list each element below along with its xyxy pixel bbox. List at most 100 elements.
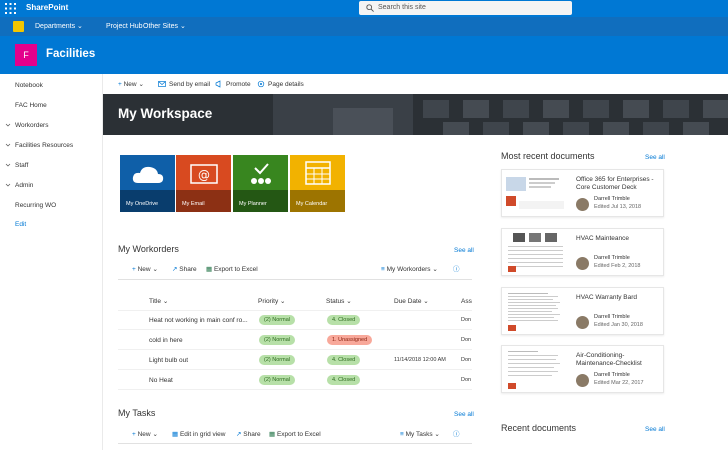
tasks-export-button[interactable]: ▦ Export to Excel <box>269 430 321 439</box>
tile-planner[interactable]: My Planner <box>233 155 288 212</box>
workorders-title[interactable]: My Workorders <box>118 244 179 255</box>
hub-link-other-sites[interactable]: Other Sites ⌄ <box>143 22 186 32</box>
cloud-icon <box>132 166 164 183</box>
document-author: Darrell Trimble <box>594 372 630 378</box>
svg-text:@: @ <box>198 168 210 182</box>
hub-logo[interactable] <box>13 21 24 32</box>
chevron-down-icon: ⌄ <box>179 23 186 30</box>
info-icon[interactable]: ⓘ <box>453 265 460 274</box>
table-row[interactable]: cold in here (2) Normal 1. Unassigned Do… <box>118 331 472 350</box>
site-header: F Facilities <box>0 36 728 74</box>
search-placeholder: Search this site <box>378 4 426 11</box>
tile-label: My Planner <box>233 190 288 212</box>
column-header-priority[interactable]: Priority ⌄ <box>258 297 286 306</box>
chevron-down-icon: ⌄ <box>432 266 438 273</box>
row-title[interactable]: No Heat <box>149 376 173 385</box>
workorders-export-button[interactable]: ▦ Export to Excel <box>206 265 258 274</box>
workorders-share-button[interactable]: ↗ Share <box>172 265 197 274</box>
row-title[interactable]: Heat not working in main conf ro... <box>149 316 248 325</box>
row-assigned: Don <box>461 317 472 323</box>
divider <box>118 279 472 280</box>
promote-button[interactable]: Promote <box>226 80 251 89</box>
tasks-title[interactable]: My Tasks <box>118 408 155 419</box>
nav-item-recurring-wo[interactable]: Recurring WO <box>15 201 56 210</box>
excel-icon: ▦ <box>269 431 276 438</box>
document-title[interactable]: HVAC Mainteance <box>576 235 662 243</box>
chevron-down-icon: ⌄ <box>280 298 286 305</box>
row-title[interactable]: Light bulb out <box>149 356 188 365</box>
table-row[interactable]: Light bulb out (2) Normal 4. Closed 11/1… <box>118 351 472 370</box>
chevron-down-icon: ⌄ <box>434 431 440 438</box>
chevron-down-icon[interactable] <box>5 182 11 188</box>
recent-docs-title: Most recent documents <box>501 151 595 161</box>
plus-icon: + <box>132 431 136 438</box>
column-header-due-date[interactable]: Due Date ⌄ <box>394 297 429 306</box>
tasks-view-selector[interactable]: ≡ My Tasks ⌄ <box>400 430 440 439</box>
column-header-status[interactable]: Status ⌄ <box>326 297 352 306</box>
tile-calendar[interactable]: My Calendar <box>290 155 345 212</box>
tasks-edit-grid-button[interactable]: ▦ Edit in grid view <box>172 430 226 439</box>
document-edited-date: Edited Jan 30, 2018 <box>594 322 643 328</box>
megaphone-icon <box>215 80 221 88</box>
page-details-button[interactable]: Page details <box>268 80 304 89</box>
hub-link-project-hub[interactable]: Project Hub <box>106 22 143 32</box>
hub-link-departments[interactable]: Departments ⌄ <box>35 22 83 32</box>
row-title[interactable]: cold in here <box>149 336 183 345</box>
tasks-share-button[interactable]: ↗ Share <box>236 430 261 439</box>
table-row[interactable]: Heat not working in main conf ro... (2) … <box>118 311 472 330</box>
column-header-assigned[interactable]: Ass <box>461 297 472 306</box>
document-thumbnail <box>503 171 568 216</box>
recent-documents-see-all-link[interactable]: See all <box>645 425 665 434</box>
command-bar: + New ⌄ Send by email Promote Page detai… <box>103 74 728 94</box>
chevron-down-icon[interactable] <box>5 122 11 128</box>
search-box[interactable]: Search this site <box>359 1 572 15</box>
nav-item-facilities-resources[interactable]: Facilities Resources <box>15 141 73 150</box>
new-button[interactable]: + New ⌄ <box>118 80 144 89</box>
avatar <box>576 198 589 211</box>
workorders-new-button[interactable]: + New ⌄ <box>132 265 158 274</box>
priority-badge: (2) Normal <box>259 335 295 345</box>
document-card[interactable]: Office 365 for Enterprises - Core Custom… <box>501 169 664 217</box>
status-badge: 4. Closed <box>327 315 361 325</box>
gear-icon <box>257 80 265 88</box>
app-launcher-icon[interactable] <box>5 3 16 14</box>
hub-navigation: Departments ⌄ Project Hub Other Sites ⌄ <box>0 17 728 36</box>
nav-item-workorders[interactable]: Workorders <box>15 121 48 130</box>
nav-item-notebook[interactable]: Notebook <box>15 81 43 90</box>
list-icon: ≡ <box>400 431 404 438</box>
document-title[interactable]: HVAC Warranty Bard <box>576 294 662 302</box>
row-assigned: Don <box>461 377 472 383</box>
document-card[interactable]: Air-Conditioning-Maintenance-Checklist D… <box>501 345 664 393</box>
mail-icon <box>158 81 166 87</box>
tile-onedrive[interactable]: My OneDrive <box>120 155 175 212</box>
chevron-down-icon[interactable] <box>5 142 11 148</box>
workorders-view-selector[interactable]: ≡ My Workorders ⌄ <box>381 265 438 274</box>
tile-email[interactable]: @ My Email <box>176 155 231 212</box>
checkmark-icon <box>251 163 271 184</box>
nav-item-staff[interactable]: Staff <box>15 161 28 170</box>
nav-edit-link[interactable]: Edit <box>15 220 26 229</box>
tasks-see-all-link[interactable]: See all <box>454 410 474 419</box>
workorders-see-all-link[interactable]: See all <box>454 246 474 255</box>
chevron-down-icon[interactable] <box>5 162 11 168</box>
nav-item-fac-home[interactable]: FAC Home <box>15 101 47 110</box>
recent-docs-see-all-link[interactable]: See all <box>645 153 665 162</box>
avatar <box>576 374 589 387</box>
column-header-title[interactable]: Title ⌄ <box>149 297 168 306</box>
send-by-email-button[interactable]: Send by email <box>169 80 210 89</box>
status-badge: 4. Closed <box>327 375 361 385</box>
plus-icon: + <box>118 81 122 88</box>
document-title[interactable]: Office 365 for Enterprises - Core Custom… <box>576 176 662 192</box>
table-row[interactable]: No Heat (2) Normal 4. Closed Don <box>118 371 472 390</box>
document-card[interactable]: HVAC Mainteance Darrell Trimble Edited F… <box>501 228 664 276</box>
nav-item-admin[interactable]: Admin <box>15 181 33 190</box>
info-icon[interactable]: ⓘ <box>453 430 460 439</box>
document-card[interactable]: HVAC Warranty Bard Darrell Trimble Edite… <box>501 287 664 335</box>
share-icon: ↗ <box>236 431 242 438</box>
tasks-new-button[interactable]: + New ⌄ <box>132 430 158 439</box>
site-title[interactable]: Facilities <box>46 47 95 61</box>
site-logo[interactable]: F <box>15 44 37 66</box>
chevron-down-icon: ⌄ <box>152 431 158 438</box>
brand-link[interactable]: SharePoint <box>26 2 68 14</box>
document-title[interactable]: Air-Conditioning-Maintenance-Checklist <box>576 352 662 368</box>
